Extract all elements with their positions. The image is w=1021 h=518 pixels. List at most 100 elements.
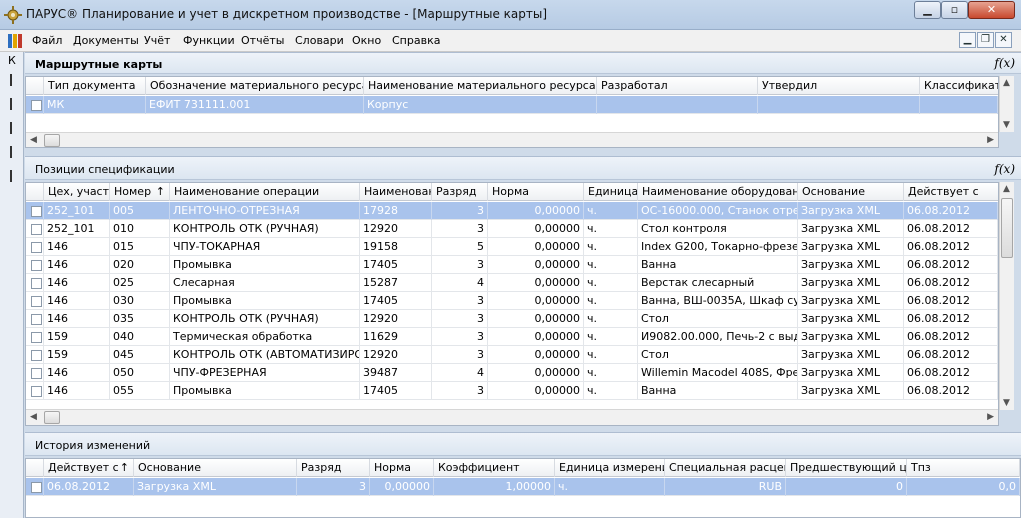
table-row[interactable]: 159045КОНТРОЛЬ ОТК (АВТОМАТИЗИРОВАІ12920…	[26, 346, 998, 364]
table-cell: Загрузка XML	[798, 346, 904, 364]
scroll-thumb[interactable]	[44, 411, 60, 424]
sort-ascending-icon: ↑	[155, 185, 165, 198]
formula-icon[interactable]: f(x)	[994, 162, 1015, 176]
menu-dictionaries[interactable]: Словари	[295, 34, 344, 47]
column-header[interactable]: Цех, участ	[44, 183, 110, 201]
scroll-up-icon[interactable]: ▲	[1003, 184, 1010, 194]
row-checkbox-cell	[26, 328, 44, 346]
table-cell: Загрузка XML	[798, 292, 904, 310]
table-cell: 15287	[360, 274, 432, 292]
route-cards-header: Маршрутные карты f(x)	[25, 52, 1021, 74]
horizontal-scrollbar[interactable]: ◀ ▶	[26, 409, 998, 425]
table-row[interactable]: 146 035 КОНТРОЛЬ ОТК (РУЧНАЯ) 12920 3 0,00000…	[26, 310, 998, 328]
mdi-close-button[interactable]: ✕	[995, 32, 1012, 48]
mdi-restore-button[interactable]: ❐	[977, 32, 994, 48]
row-checkbox[interactable]	[31, 482, 42, 493]
column-header[interactable]: Классификато	[920, 77, 998, 95]
scroll-up-icon[interactable]: ▲	[1003, 78, 1010, 88]
table-row[interactable]: 146 020 Промывка 17405 3 0,00000 ч. Ванна Загруз…	[26, 256, 998, 274]
column-header[interactable]: Основание	[798, 183, 904, 201]
column-header[interactable]: Действует с ↑	[44, 459, 134, 477]
column-header[interactable]: Наименование операции	[170, 183, 360, 201]
table-cell: 06.08.2012	[904, 238, 998, 256]
column-header[interactable]: Норма	[370, 459, 434, 477]
formula-icon[interactable]: f(x)	[994, 56, 1015, 70]
table-row[interactable]: 252_101 010 КОНТРОЛЬ ОТК (РУЧНАЯ) 12920 3 0,0…	[26, 220, 998, 238]
table-cell: ЛЕНТОЧНО-ОТРЕЗНАЯ	[170, 202, 360, 220]
column-header[interactable]: Разряд	[432, 183, 488, 201]
column-header[interactable]: Номер ↑	[110, 183, 170, 201]
column-header[interactable]: Действует с	[904, 183, 998, 201]
menu-functions[interactable]: Функции	[183, 34, 235, 47]
scroll-thumb[interactable]	[44, 134, 60, 147]
column-header[interactable]: Предшествующий цик	[786, 459, 907, 477]
column-header[interactable]: Наименование оборудования	[638, 183, 798, 201]
row-checkbox[interactable]	[31, 350, 42, 361]
column-header[interactable]: Утвердил	[758, 77, 920, 95]
table-row[interactable]: 252_101 005 ЛЕНТОЧНО-ОТРЕЗНАЯ 17928 3 0,00000…	[26, 202, 998, 220]
table-row[interactable]: 06.08.2012 Загрузка XML 3 0,00000 1,0000…	[26, 478, 1020, 496]
table-row[interactable]: 146 025 Слесарная 15287 4 0,00000 ч. Верстак сл…	[26, 274, 998, 292]
maximize-button[interactable]: ▫	[941, 1, 968, 19]
row-checkbox[interactable]	[31, 368, 42, 379]
close-button[interactable]: ✕	[968, 1, 1015, 19]
row-checkbox[interactable]	[31, 386, 42, 397]
row-checkbox[interactable]	[31, 332, 42, 343]
header-check-column[interactable]	[26, 459, 44, 477]
column-header[interactable]: Разряд	[297, 459, 370, 477]
minimize-button[interactable]: ▁	[914, 1, 941, 19]
row-checkbox[interactable]	[31, 224, 42, 235]
table-cell: 3	[432, 346, 488, 364]
menu-help[interactable]: Справка	[392, 34, 440, 47]
table-cell: 06.08.2012	[904, 346, 998, 364]
row-checkbox[interactable]	[31, 242, 42, 253]
column-header[interactable]: Норма	[488, 183, 584, 201]
menu-accounting[interactable]: Учёт	[144, 34, 170, 47]
column-header[interactable]: Тпз	[907, 459, 1020, 477]
column-header[interactable]: Специальная расценка	[665, 459, 786, 477]
scroll-left-icon[interactable]: ◀	[30, 135, 37, 145]
column-header[interactable]: Обозначение материального ресурса	[146, 77, 364, 95]
vertical-scrollbar[interactable]: ▲ ▼	[999, 182, 1014, 410]
menu-file[interactable]: Файл	[32, 34, 62, 47]
column-header[interactable]: Коэффициент	[434, 459, 555, 477]
column-header[interactable]: Разработал	[597, 77, 758, 95]
table-row[interactable]: 146 050 ЧПУ-ФРЕЗЕРНАЯ 39487 4 0,00000 ч. Willem…	[26, 364, 998, 382]
history-header: История изменений	[25, 432, 1021, 456]
column-header[interactable]: Тип документа	[44, 77, 146, 95]
row-checkbox[interactable]	[31, 100, 42, 111]
menu-window[interactable]: Окно	[352, 34, 381, 47]
scroll-down-icon[interactable]: ▼	[1003, 120, 1010, 130]
table-row[interactable]: 146 015 ЧПУ-ТОКАРНАЯ 19158 5 0,00000 ч. Index G…	[26, 238, 998, 256]
column-header[interactable]: Наименование материального ресурса	[364, 77, 597, 95]
row-checkbox[interactable]	[31, 260, 42, 271]
scroll-down-icon[interactable]: ▼	[1003, 398, 1010, 408]
row-checkbox[interactable]	[31, 296, 42, 307]
row-checkbox[interactable]	[31, 278, 42, 289]
row-checkbox[interactable]	[31, 206, 42, 217]
scroll-right-icon[interactable]: ▶	[987, 412, 994, 422]
horizontal-scrollbar[interactable]: ◀ ▶	[26, 132, 998, 147]
header-check-column[interactable]	[26, 183, 44, 201]
mdi-minimize-button[interactable]: ▁	[959, 32, 976, 48]
menu-documents[interactable]: Документы	[73, 34, 139, 47]
menu-reports[interactable]: Отчёты	[241, 34, 284, 47]
header-check-column[interactable]	[26, 77, 44, 95]
row-checkbox[interactable]	[31, 314, 42, 325]
column-header[interactable]: Наименовани	[360, 183, 432, 201]
column-header[interactable]: Единица измерения	[555, 459, 665, 477]
table-cell: 19158	[360, 238, 432, 256]
table-row[interactable]: 159 040 Термическая обработка 11629 3 0,00000…	[26, 328, 998, 346]
scroll-left-icon[interactable]: ◀	[30, 412, 37, 422]
column-header[interactable]: Основание	[134, 459, 297, 477]
table-cell: 06.08.2012	[904, 364, 998, 382]
table-row[interactable]: 146 055 Промывка 17405 3 0,00000 ч. Ванна Загруз…	[26, 382, 998, 400]
scroll-thumb[interactable]	[1001, 198, 1013, 258]
side-panel-tab[interactable]: К	[0, 52, 24, 518]
table-row[interactable]: 146 030 Промывка 17405 3 0,00000 ч. Ванна, ВШ-0…	[26, 292, 998, 310]
vertical-scrollbar[interactable]: ▲ ▼	[999, 76, 1014, 132]
table-cell: Промывка	[170, 256, 360, 274]
column-header[interactable]: Единица	[584, 183, 638, 201]
table-row[interactable]: МК ЕФИТ 731111.001 Корпус	[26, 96, 998, 114]
scroll-right-icon[interactable]: ▶	[987, 135, 994, 145]
